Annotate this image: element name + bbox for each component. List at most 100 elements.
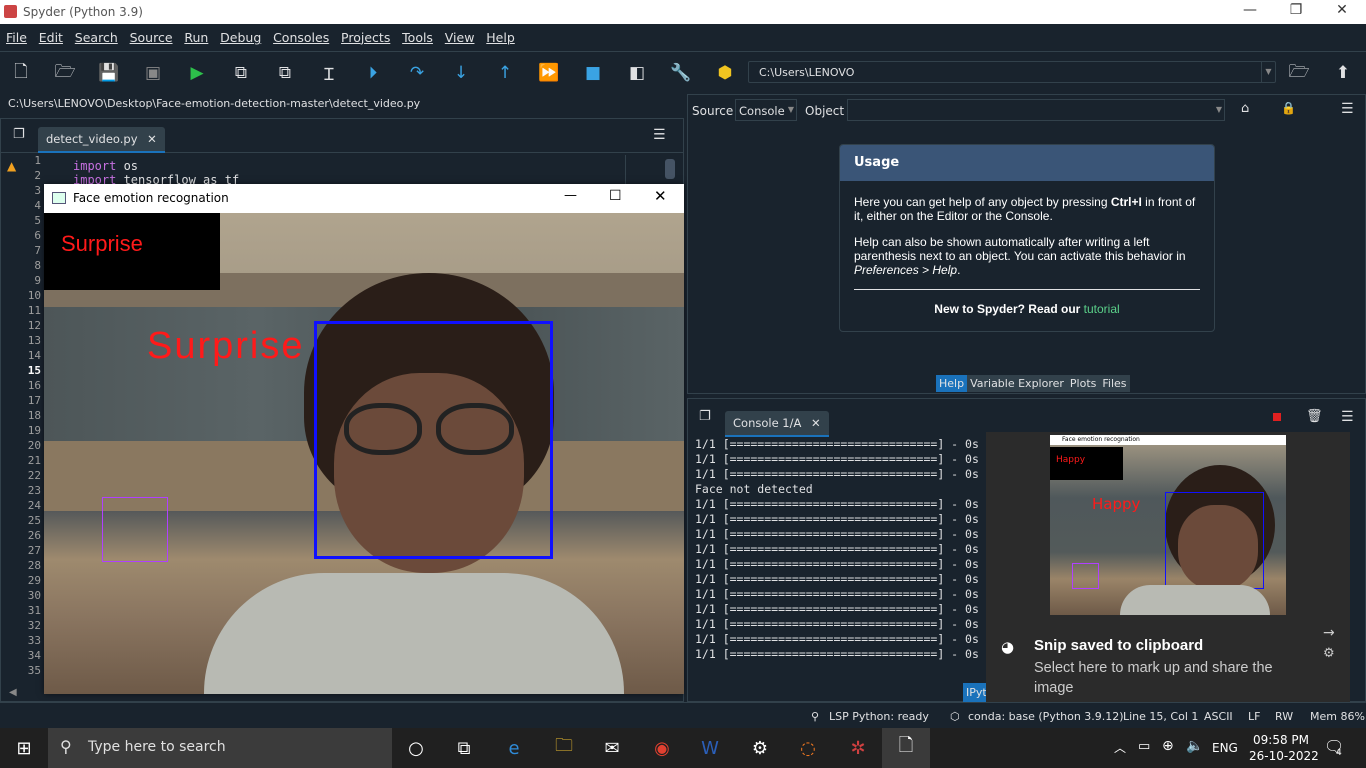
menu-source[interactable]: Source (124, 24, 175, 45)
chevron-down-icon[interactable]: ▼ (1216, 105, 1222, 114)
line-number: 29 (27, 574, 41, 587)
maximize-pane-icon[interactable]: ◧ (626, 62, 648, 84)
source-select[interactable]: Console ▼ (735, 99, 797, 121)
clear-console-icon[interactable]: 🗑 (1306, 409, 1323, 424)
python-path-icon[interactable]: ⬢ (714, 62, 736, 84)
save-icon[interactable]: 💾 (98, 62, 120, 84)
chevron-up-icon[interactable]: ︿ (1114, 739, 1126, 756)
battery-icon[interactable]: ▭ (1138, 739, 1150, 754)
menu-projects[interactable]: Projects (335, 24, 392, 45)
menu-tools[interactable]: Tools (396, 24, 435, 45)
face-maximize-button[interactable]: ☐ (609, 188, 622, 204)
menu-run[interactable]: Run (178, 24, 210, 45)
restore-button[interactable]: ❐ (1273, 2, 1319, 22)
browse-folder-icon[interactable]: 🗁 (1288, 62, 1310, 84)
conda-env-status[interactable]: conda: base (Python 3.9.12) (968, 710, 1124, 723)
windows-start-icon[interactable]: ⊞ (12, 736, 36, 760)
editor-scrollbar[interactable] (665, 159, 675, 179)
tab-help[interactable]: Help (936, 375, 968, 392)
face-close-button[interactable]: ✕ (654, 187, 667, 205)
gear-icon[interactable]: ⚙ (1323, 646, 1335, 661)
tab-ipython-console[interactable]: IPyt (963, 683, 987, 702)
snip-taskbar-button[interactable]: 🗋 (882, 728, 930, 768)
preferences-wrench-icon[interactable]: 🔧 (670, 62, 692, 84)
menu-debug[interactable]: Debug (214, 24, 263, 45)
clock-time[interactable]: 09:58 PM (1253, 733, 1309, 747)
lsp-status[interactable]: LSP Python: ready (829, 710, 929, 723)
stop-debug-icon[interactable]: ■ (582, 62, 604, 84)
browse-tabs-icon[interactable]: ❐ (13, 127, 25, 142)
minimize-button[interactable]: — (1227, 2, 1273, 22)
code-keyword: import (73, 159, 117, 173)
taskbar-search-box[interactable]: ⚲ Type here to search (48, 728, 392, 768)
chrome-icon[interactable]: ◉ (650, 736, 674, 760)
run-selection-icon[interactable]: Ɪ (318, 62, 340, 85)
browse-console-tabs-icon[interactable]: ❐ (699, 409, 711, 424)
menu-file[interactable]: File (0, 24, 29, 45)
home-icon[interactable]: ⌂ (1241, 101, 1249, 116)
input-language[interactable]: ENG (1212, 741, 1238, 755)
face-window-title: Face emotion recognation (73, 191, 229, 205)
parent-directory-icon[interactable]: ⬆ (1332, 62, 1354, 84)
save-all-icon[interactable]: ▣ (142, 62, 164, 84)
face-emotion-window[interactable]: Face emotion recognation — ☐ ✕ Surprise … (44, 184, 684, 694)
step-return-icon[interactable]: ↑ (494, 62, 516, 84)
console-output[interactable]: 1/1 [==============================] - 0… (695, 437, 979, 662)
settings-gear-icon[interactable]: ⚙ (748, 736, 772, 760)
clock-date[interactable]: 26-10-2022 (1249, 749, 1319, 763)
file-explorer-icon[interactable]: 🗀 (552, 735, 576, 760)
console-options-icon[interactable]: ☰ (1341, 409, 1354, 425)
close-tab-icon[interactable]: ✕ (147, 132, 157, 146)
console-tab-label: Console 1/A (733, 416, 802, 430)
menu-search[interactable]: Search (69, 24, 120, 45)
run-cell-advance-icon[interactable]: ⧉ (274, 62, 296, 84)
close-tab-icon[interactable]: ✕ (811, 416, 821, 430)
help-options-icon[interactable]: ☰ (1341, 101, 1354, 117)
face-minimize-button[interactable]: — (564, 188, 577, 203)
edge-browser-icon[interactable]: e (502, 736, 526, 760)
object-input[interactable]: ▼ (847, 99, 1225, 121)
tab-files[interactable]: Files (1099, 375, 1130, 392)
debug-icon[interactable]: ⏵ (362, 62, 384, 84)
word-icon[interactable]: W (698, 736, 722, 760)
volume-icon[interactable]: 🔈 (1186, 738, 1203, 754)
tab-detect-video[interactable]: detect_video.py ✕ (38, 127, 165, 153)
console-line: 1/1 [==============================] - 0… (695, 647, 979, 661)
mail-icon[interactable]: ✉ (600, 736, 624, 760)
network-icon[interactable]: ⊕ (1162, 738, 1174, 754)
menu-help[interactable]: Help (480, 24, 517, 45)
run-icon[interactable]: ▶ (186, 62, 208, 84)
close-button[interactable]: ✕ (1319, 2, 1365, 22)
warning-icon[interactable]: ▲ (7, 159, 16, 173)
continue-icon[interactable]: ⏩ (538, 62, 560, 84)
working-directory-input[interactable]: C:\Users\LENOVO ▼ (748, 61, 1276, 83)
open-file-icon[interactable]: 🗁 (54, 62, 76, 84)
spyder-taskbar-icon[interactable]: ✲ (846, 736, 870, 760)
tab-console-1a[interactable]: Console 1/A ✕ (725, 411, 829, 437)
line-number: 30 (27, 589, 41, 602)
task-view-icon[interactable]: ⧉ (452, 736, 476, 760)
step-icon[interactable]: ↷ (406, 62, 428, 84)
search-icon: ⚲ (60, 737, 72, 756)
editor-options-icon[interactable]: ☰ (653, 127, 666, 143)
snip-notification[interactable]: Face emotion recognation Happy Happy ◕ S… (986, 432, 1350, 702)
tab-variable-explorer[interactable]: Variable Explorer (967, 375, 1067, 392)
run-cell-icon[interactable]: ⧉ (230, 62, 252, 84)
tab-plots[interactable]: Plots (1066, 375, 1100, 392)
cortana-icon[interactable]: ○ (404, 736, 428, 760)
code-area[interactable]: import os import tensorflow as tf (73, 159, 239, 187)
shortcut-text: Ctrl+I (1110, 195, 1142, 209)
menu-edit[interactable]: Edit (33, 24, 65, 45)
line-number: 3 (34, 184, 41, 197)
hscroll-left-icon[interactable]: ◀ (9, 687, 17, 698)
stop-kernel-icon[interactable] (1273, 413, 1281, 421)
arrow-right-icon[interactable]: → (1323, 625, 1335, 641)
lock-icon[interactable]: 🔒 (1281, 101, 1296, 115)
chevron-down-icon[interactable]: ▼ (1261, 62, 1275, 82)
tutorial-link[interactable]: tutorial (1084, 302, 1120, 316)
step-into-icon[interactable]: ↓ (450, 62, 472, 84)
jupyter-icon[interactable]: ◌ (796, 736, 820, 760)
menu-view[interactable]: View (439, 24, 477, 45)
menu-consoles[interactable]: Consoles (267, 24, 331, 45)
new-file-icon[interactable]: 🗋 (10, 62, 32, 84)
